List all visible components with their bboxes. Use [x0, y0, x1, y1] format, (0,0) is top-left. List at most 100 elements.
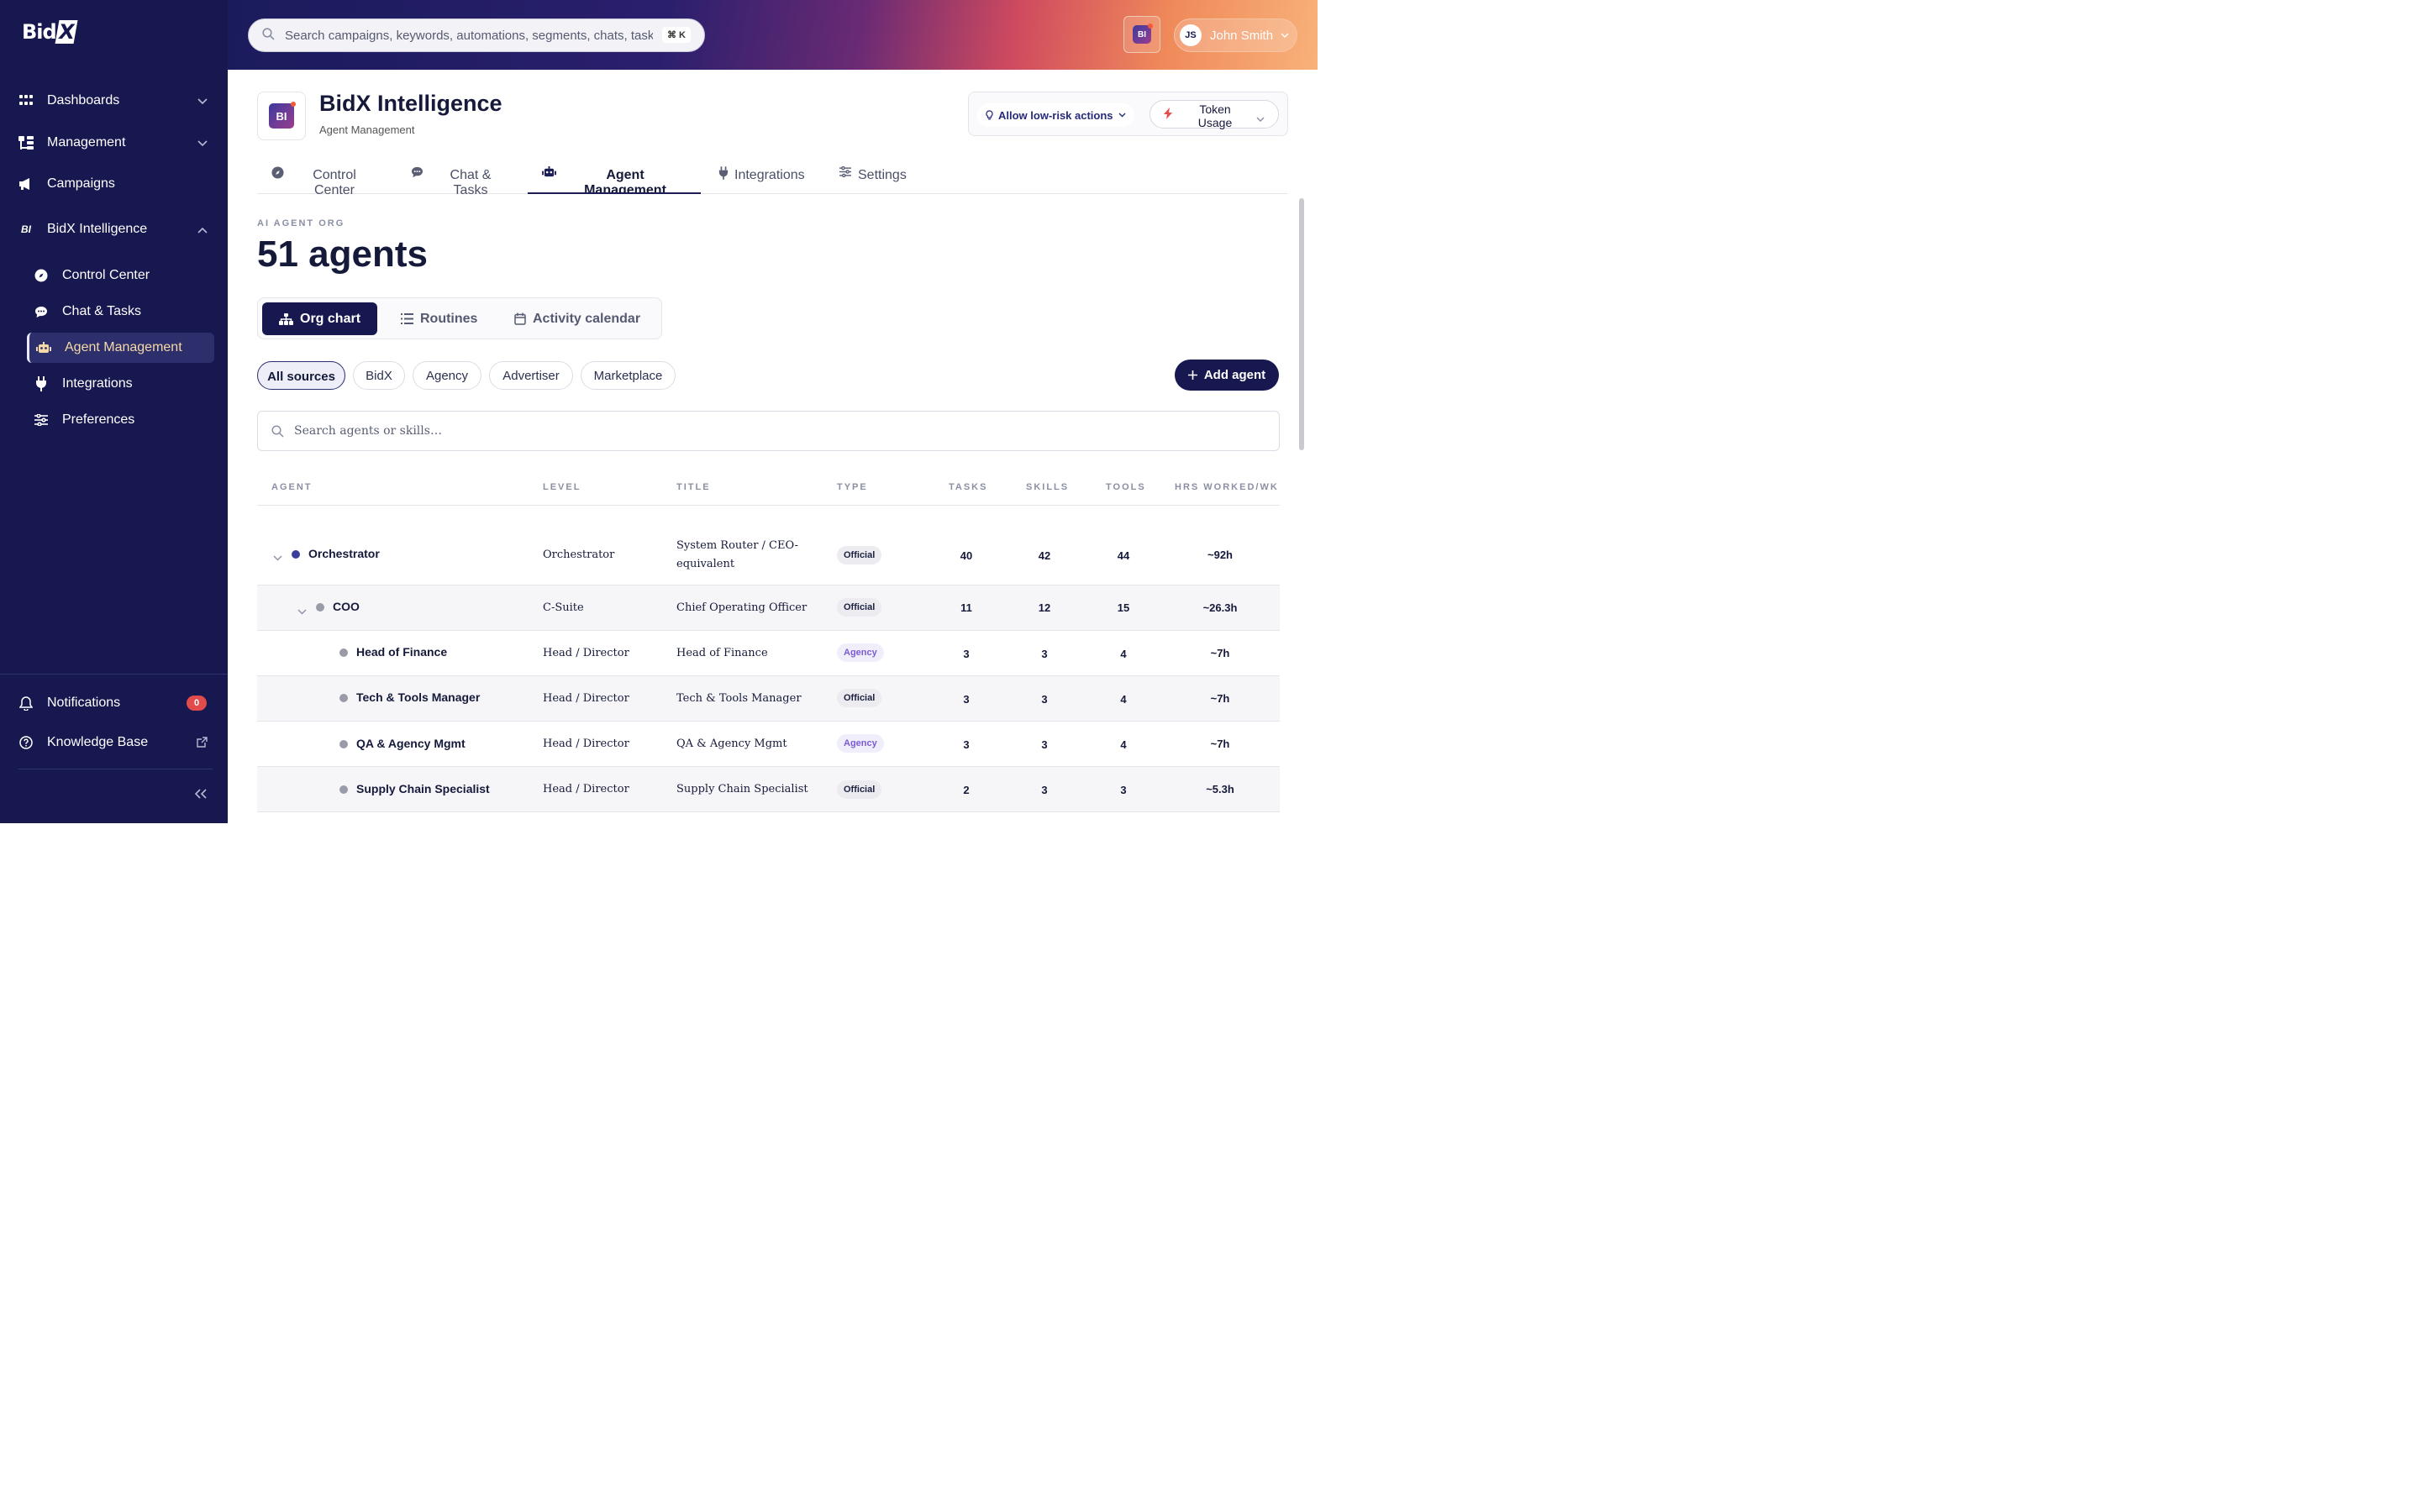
filter-chip-bidx[interactable]: BidX — [353, 361, 405, 390]
agent-title: Tech & Tools Manager — [676, 692, 802, 705]
bidx-intelligence-button[interactable]: BI — [1123, 16, 1160, 53]
sidebar-item-integrations[interactable]: Integrations — [27, 369, 214, 399]
status-dot — [339, 740, 348, 748]
status-dot — [339, 785, 348, 794]
avatar: JS — [1180, 24, 1202, 46]
chevron-down-icon[interactable] — [273, 551, 282, 564]
tasks-count: 3 — [963, 648, 970, 660]
activity-calendar-view-button[interactable]: Activity calendar — [497, 302, 657, 335]
sidebar-item-knowledge-base[interactable]: Knowledge Base — [18, 727, 214, 758]
sidebar-item-management[interactable]: Management — [18, 128, 214, 158]
bell-icon — [18, 696, 34, 711]
status-dot — [339, 694, 348, 702]
filter-chip-advertiser[interactable]: Advertiser — [489, 361, 573, 390]
calendar-icon — [514, 312, 526, 325]
chevron-down-icon — [1281, 32, 1289, 39]
column-header-skills[interactable]: SKILLS — [1026, 482, 1069, 492]
column-header-title[interactable]: TITLE — [676, 482, 711, 492]
table-row[interactable]: Supply Chain Specialist Head / Director … — [257, 767, 1280, 812]
page-actions: Allow low-risk actions Token Usage — [968, 92, 1288, 136]
section-kicker: AI AGENT ORG — [257, 218, 345, 228]
chat-icon — [34, 304, 49, 319]
table-row[interactable]: COO C-Suite Chief Operating Officer Offi… — [257, 585, 1280, 631]
column-header-hours[interactable]: HRS WORKED/WK — [1175, 482, 1279, 492]
tab-control-center[interactable]: Control Center — [257, 160, 383, 194]
filter-chip-agency[interactable]: Agency — [413, 361, 481, 390]
table-row[interactable]: Tech & Tools Manager Head / Director Tec… — [257, 676, 1280, 722]
tasks-count: 3 — [963, 738, 970, 751]
org-chart-view-button[interactable]: Org chart — [262, 302, 378, 335]
search-icon — [271, 424, 284, 438]
agent-search-input[interactable]: Search agents or skills… — [257, 411, 1280, 451]
scrollbar[interactable] — [1299, 198, 1304, 450]
sidebar-item-label: Dashboards — [47, 93, 120, 108]
add-agent-button[interactable]: Add agent — [1175, 360, 1279, 391]
type-badge: Official — [837, 546, 882, 564]
global-search-input[interactable]: Search campaigns, keywords, automations,… — [248, 18, 705, 52]
sidebar-item-control-center[interactable]: Control Center — [27, 260, 214, 291]
bi-logo-icon: BI — [1133, 24, 1153, 44]
token-usage-dropdown[interactable]: Token Usage — [1150, 100, 1279, 129]
agent-name[interactable]: Orchestrator — [308, 547, 380, 560]
column-header-tasks[interactable]: TASKS — [949, 482, 987, 492]
search-placeholder: Search campaigns, keywords, automations,… — [285, 28, 653, 43]
view-label: Org chart — [300, 311, 361, 326]
chevron-up-icon — [197, 223, 208, 238]
table-row[interactable]: Orchestrator Orchestrator System Router … — [257, 524, 1280, 585]
sidebar-item-label: Control Center — [62, 268, 150, 282]
user-menu-button[interactable]: JS John Smith — [1174, 18, 1297, 52]
tools-count: 44 — [1117, 549, 1130, 562]
agent-name[interactable]: QA & Agency Mgmt — [356, 737, 466, 750]
agent-name[interactable]: Head of Finance — [356, 645, 447, 659]
bidx-logo[interactable]: BidX — [22, 20, 77, 44]
sidebar-item-campaigns[interactable]: Campaigns — [18, 169, 214, 199]
type-badge: Official — [837, 689, 882, 707]
tab-settings[interactable]: Settings — [837, 160, 929, 194]
column-header-tools[interactable]: TOOLS — [1106, 482, 1146, 492]
sidebar-divider — [0, 674, 228, 675]
column-header-agent[interactable]: AGENT — [271, 482, 313, 492]
filter-chip-marketplace[interactable]: Marketplace — [581, 361, 676, 390]
lightbulb-icon — [986, 110, 993, 120]
agent-name[interactable]: COO — [333, 600, 360, 613]
agent-name[interactable]: Supply Chain Specialist — [356, 782, 490, 795]
routines-view-button[interactable]: Routines — [384, 302, 494, 335]
grid-icon — [18, 93, 34, 108]
collapse-sidebar-icon[interactable] — [194, 788, 207, 803]
table-header: AGENT LEVEL TITLE TYPE TASKS SKILLS TOOL… — [257, 475, 1280, 506]
column-header-level[interactable]: LEVEL — [543, 482, 581, 492]
view-label: Routines — [420, 311, 478, 326]
hours-worked: ~92h — [1207, 549, 1233, 561]
tab-agent-management[interactable]: Agent Management — [528, 160, 701, 194]
sidebar-item-agent-management[interactable]: Agent Management — [27, 333, 214, 363]
allow-low-risk-actions-dropdown[interactable]: Allow low-risk actions — [977, 103, 1134, 127]
hours-worked: ~7h — [1210, 647, 1230, 659]
table-row[interactable]: Head of Finance Head / Director Head of … — [257, 631, 1280, 676]
tasks-count: 11 — [960, 601, 972, 614]
tab-label: Agent Management — [584, 168, 666, 194]
agent-level: Head / Director — [543, 692, 629, 705]
table-row[interactable]: QA & Agency Mgmt Head / Director QA & Ag… — [257, 722, 1280, 767]
filter-chip-all-sources[interactable]: All sources — [257, 361, 345, 390]
robot-icon — [542, 166, 556, 182]
agent-name[interactable]: Tech & Tools Manager — [356, 690, 480, 704]
view-label: Activity calendar — [533, 311, 641, 326]
view-switcher: Org chart Routines Activity calendar — [257, 297, 662, 339]
chat-icon — [411, 166, 424, 182]
tab-integrations[interactable]: Integrations — [714, 160, 823, 194]
agent-level: C-Suite — [543, 601, 584, 614]
sliders-icon — [839, 165, 851, 181]
chevron-down-icon[interactable] — [297, 605, 307, 617]
page-icon: BI — [257, 92, 306, 140]
sidebar-item-chat-tasks[interactable]: Chat & Tasks — [27, 297, 214, 327]
sidebar-item-dashboards[interactable]: Dashboards — [18, 86, 214, 116]
sidebar-item-preferences[interactable]: Preferences — [27, 405, 214, 435]
tools-count: 4 — [1120, 648, 1127, 660]
sidebar-item-bidx-intelligence[interactable]: BI BidX Intelligence — [18, 214, 214, 244]
chevron-down-icon — [1256, 112, 1265, 125]
hours-worked: ~7h — [1210, 738, 1230, 750]
column-header-type[interactable]: TYPE — [837, 482, 868, 492]
sidebar-item-notifications[interactable]: Notifications 0 — [18, 688, 214, 718]
tools-count: 4 — [1120, 693, 1127, 706]
tab-chat-tasks[interactable]: Chat & Tasks — [397, 160, 514, 194]
